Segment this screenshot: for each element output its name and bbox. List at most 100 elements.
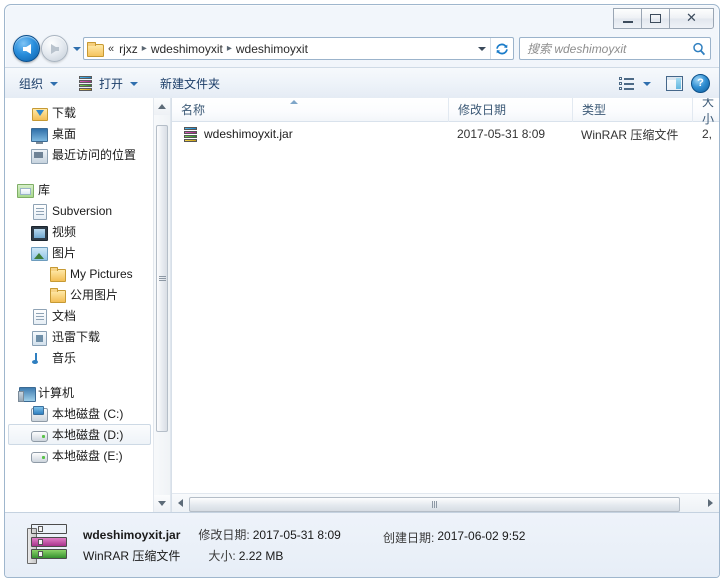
address-dropdown-button[interactable] xyxy=(473,38,490,59)
sort-ascending-icon xyxy=(290,99,298,104)
title-bar: ✕ xyxy=(5,5,719,33)
breadcrumb-separator[interactable]: ▸ xyxy=(226,43,233,54)
refresh-icon xyxy=(496,43,508,54)
breadcrumb-item-0[interactable]: rjxz xyxy=(116,41,141,57)
scroll-up-button[interactable] xyxy=(154,98,170,115)
maximize-icon xyxy=(650,14,661,23)
folder-icon xyxy=(49,287,66,303)
sidebar-item-drive-c[interactable]: 本地磁盘 (C:) xyxy=(8,403,151,424)
music-library-icon xyxy=(31,350,47,366)
scroll-right-button[interactable] xyxy=(702,495,719,512)
file-rows: wdeshimoyxit.jar 2017-05-31 8:09 WinRAR … xyxy=(172,122,719,494)
scroll-left-button[interactable] xyxy=(172,495,189,512)
address-bar[interactable]: « rjxz ▸ wdeshimoyxit ▸ wdeshimoyxit xyxy=(83,37,514,60)
sidebar-item-public-pictures[interactable]: 公用图片 xyxy=(8,284,151,305)
details-created-group: 创建日期: 2017-06-02 9:52 xyxy=(383,529,525,546)
details-line-2: WinRAR 压缩文件 大小: 2.22 MB xyxy=(83,547,719,564)
sidebar-item-drive-d[interactable]: 本地磁盘 (D:) xyxy=(8,424,151,445)
sidebar-item-recent-places[interactable]: 最近访问的位置 xyxy=(8,144,151,165)
sidebar-item-label: 公用图片 xyxy=(70,288,119,302)
sidebar-item-label: 迅雷下载 xyxy=(52,330,101,344)
help-button[interactable]: ? xyxy=(691,74,710,93)
sidebar-item-label: 本地磁盘 (E:) xyxy=(52,449,123,463)
sidebar-item-music[interactable]: 音乐 xyxy=(8,347,151,368)
file-list-pane: 名称 修改日期 类型 大小 wdeshimoyxit.jar 2017-05-3… xyxy=(171,98,719,512)
column-header-date-modified[interactable]: 修改日期 xyxy=(448,98,572,122)
horizontal-scrollbar[interactable] xyxy=(172,493,719,512)
subversion-library-icon xyxy=(31,203,47,220)
change-view-button[interactable] xyxy=(614,72,656,95)
forward-button[interactable] xyxy=(41,35,68,62)
table-row[interactable]: wdeshimoyxit.jar 2017-05-31 8:09 WinRAR … xyxy=(174,123,717,145)
recent-pages-button[interactable] xyxy=(71,39,82,59)
sidebar-item-label: 桌面 xyxy=(52,127,77,141)
maximize-button[interactable] xyxy=(641,8,670,29)
minimize-button[interactable] xyxy=(613,8,642,29)
sidebar-item-subversion[interactable]: Subversion xyxy=(8,200,151,221)
column-header-name[interactable]: 名称 xyxy=(172,98,448,122)
winrar-archive-icon-large xyxy=(27,524,71,566)
details-size-value: 2.22 MB xyxy=(238,548,284,563)
recent-places-icon xyxy=(31,147,48,164)
search-icon xyxy=(693,42,706,55)
navigation-row: « rjxz ▸ wdeshimoyxit ▸ wdeshimoyxit 搜索 … xyxy=(5,33,719,67)
column-header-label: 类型 xyxy=(582,103,607,117)
horizontal-scroll-track[interactable] xyxy=(189,496,702,512)
sidebar-item-downloads[interactable]: 下载 xyxy=(8,102,151,123)
scrollbar-grip-icon xyxy=(432,500,437,508)
sidebar-item-xunlei-download[interactable]: 迅雷下载 xyxy=(8,326,151,347)
horizontal-scrollbar-thumb[interactable] xyxy=(189,496,680,512)
sidebar-item-label: My Pictures xyxy=(70,266,133,281)
scrollbar-grip-icon xyxy=(158,276,166,281)
sidebar-item-desktop[interactable]: 桌面 xyxy=(8,123,151,144)
refresh-button[interactable] xyxy=(490,38,513,59)
details-type-value: WinRAR 压缩文件 xyxy=(83,549,181,563)
sidebar-item-drive-e[interactable]: 本地磁盘 (E:) xyxy=(8,445,151,466)
back-arrow-icon xyxy=(22,43,31,54)
breadcrumb-overflow[interactable]: « xyxy=(106,43,116,55)
sidebar-item-my-pictures[interactable]: My Pictures xyxy=(8,263,151,284)
details-pane: wdeshimoyxit.jar 修改日期: 2017-05-31 8:09 W… xyxy=(5,512,719,577)
breadcrumb-item-2[interactable]: wdeshimoyxit xyxy=(233,41,311,57)
breadcrumb-item-1[interactable]: wdeshimoyxit xyxy=(148,41,226,57)
breadcrumb-separator[interactable]: ▸ xyxy=(141,43,148,54)
sidebar-item-videos[interactable]: 视频 xyxy=(8,221,151,242)
chevron-down-icon xyxy=(130,81,139,86)
new-folder-button[interactable]: 新建文件夹 xyxy=(150,72,230,95)
sidebar-item-label: 最近访问的位置 xyxy=(52,148,137,162)
open-button[interactable]: 打开 xyxy=(70,72,146,95)
search-input[interactable]: 搜索 wdeshimoyxit xyxy=(520,40,688,57)
column-header-label: 修改日期 xyxy=(458,103,507,117)
organize-button[interactable]: 组织 xyxy=(9,72,66,95)
column-header-size[interactable]: 大小 xyxy=(692,98,719,126)
documents-library-icon xyxy=(31,308,47,325)
back-button[interactable] xyxy=(13,35,40,62)
sidebar-item-pictures[interactable]: 图片 xyxy=(8,242,151,263)
sidebar-item-libraries[interactable]: 库 xyxy=(8,179,151,200)
file-date-cell: 2017-05-31 8:09 xyxy=(457,127,546,141)
column-header-type[interactable]: 类型 xyxy=(572,98,692,122)
search-box[interactable]: 搜索 wdeshimoyxit xyxy=(519,37,711,60)
drive-icon xyxy=(31,448,48,464)
content-area: 下载 桌面 最近访问的位置 库 Subversion 视频 图片 My Pict… xyxy=(5,98,719,512)
help-icon: ? xyxy=(697,77,704,89)
scroll-right-arrow xyxy=(708,499,713,507)
details-file-name: wdeshimoyxit.jar xyxy=(83,527,181,542)
scrollbar-thumb[interactable] xyxy=(156,125,168,432)
pictures-library-icon xyxy=(31,245,48,261)
file-name-cell[interactable]: wdeshimoyxit.jar xyxy=(175,126,449,142)
organize-label: 组织 xyxy=(19,77,44,91)
close-button[interactable]: ✕ xyxy=(669,8,714,29)
preview-pane-button[interactable] xyxy=(666,76,683,91)
sidebar-item-computer[interactable]: 计算机 xyxy=(8,382,151,403)
folder-icon xyxy=(87,41,104,57)
breadcrumb[interactable]: « rjxz ▸ wdeshimoyxit ▸ wdeshimoyxit xyxy=(84,41,473,57)
sidebar-item-documents[interactable]: 文档 xyxy=(8,305,151,326)
winrar-archive-icon xyxy=(183,126,199,142)
sidebar-item-label: Subversion xyxy=(52,203,113,218)
libraries-icon xyxy=(17,182,34,198)
search-button[interactable] xyxy=(688,42,710,56)
scroll-down-button[interactable] xyxy=(154,495,170,512)
navigation-scrollbar[interactable] xyxy=(153,98,170,512)
